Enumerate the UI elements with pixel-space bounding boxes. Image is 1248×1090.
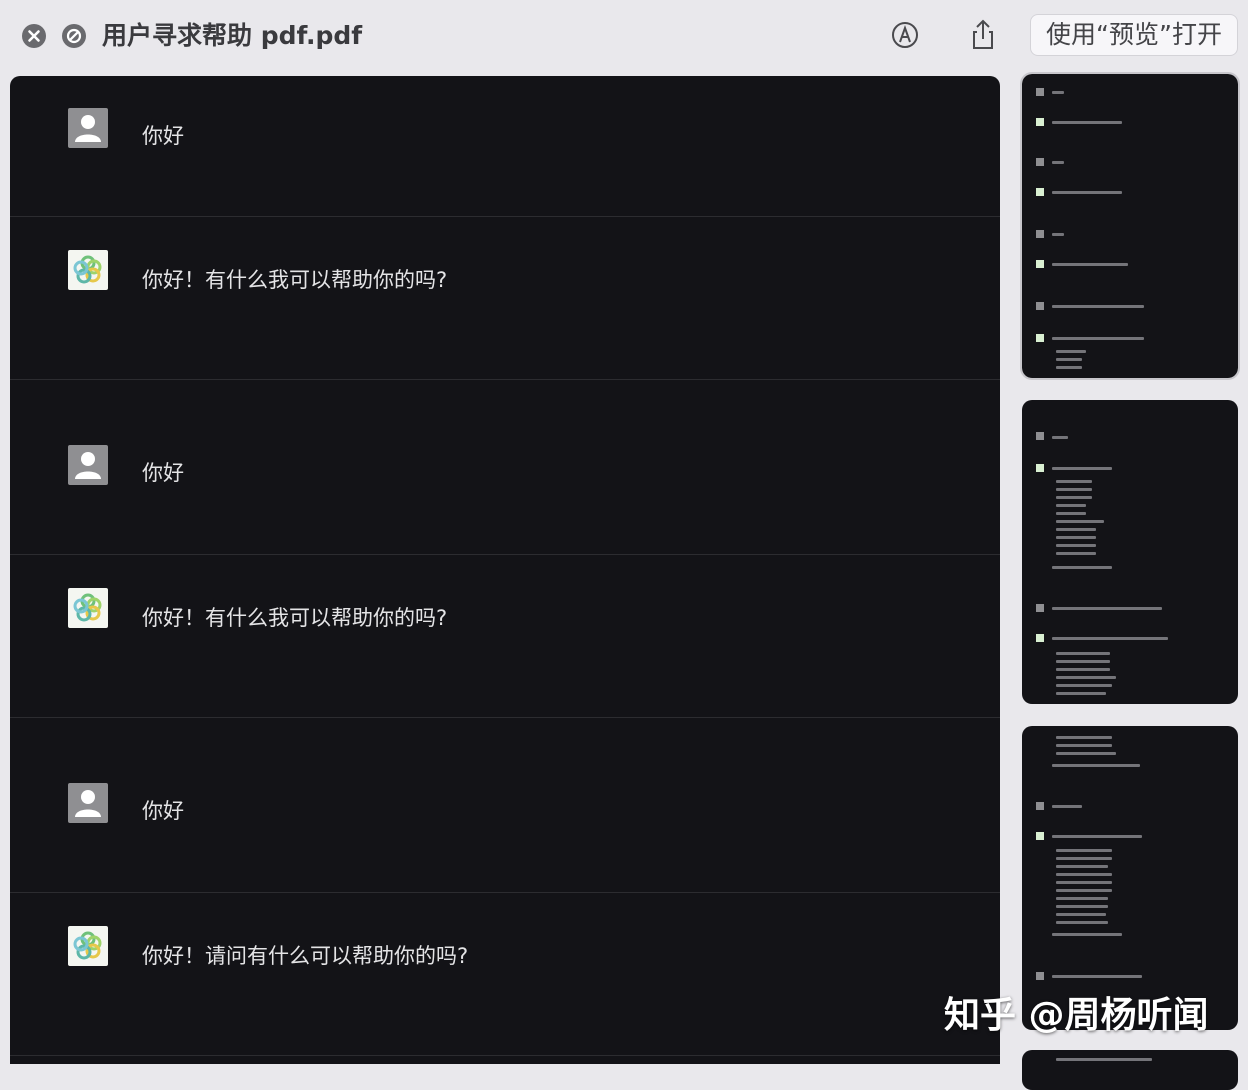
chat-message-assistant: 你好！有什么我可以帮助你的吗? [10,555,1000,717]
chatgpt-logo-icon [68,926,108,966]
page-thumbnail-3[interactable] [1022,726,1238,1030]
close-icon[interactable] [22,24,46,48]
chat-message-user: 你好 [10,718,1000,892]
user-avatar-icon [68,783,108,823]
open-with-preview-button[interactable]: 使用“预览”打开 [1030,14,1238,56]
user-avatar-icon [68,108,108,148]
page-thumbnail-4[interactable] [1022,1050,1238,1090]
page-thumbnail-2[interactable] [1022,400,1238,704]
chat-message-assistant: 你好！有什么我可以帮助你的吗? [10,217,1000,379]
chat-message-assistant: 你好！请问有什么可以帮助你的吗? [10,893,1000,1055]
markup-icon[interactable] [888,18,922,52]
message-text: 你好 [142,799,184,823]
message-text: 你好！有什么我可以帮助你的吗? [142,268,448,292]
message-text: 你好 [142,461,184,485]
user-avatar-icon [68,445,108,485]
message-text: 你好 [142,124,184,148]
thumbnail-content [1030,82,1230,370]
thumbnail-content [1030,408,1230,696]
watermark: 知乎 @周杨听闻 [944,995,1209,1036]
hide-icon[interactable] [62,24,86,48]
chat-message-user: 你好 [10,76,1000,216]
message-divider [10,1055,1000,1056]
thumbnail-content [1030,1058,1230,1082]
document-page[interactable]: 你好 你好！有什么我可以帮助你的吗? 你好 你好！有什么我可以帮助你的吗? 你好… [10,76,1000,1064]
thumbnail-content [1030,734,1230,1022]
title-bar: 用户寻求帮助 pdf.pdf 使用“预览”打开 [0,0,1248,72]
chat-message-user: 你好 [10,380,1000,554]
share-icon[interactable] [966,18,1000,52]
message-text: 你好！请问有什么可以帮助你的吗? [142,944,469,968]
message-text: 你好！有什么我可以帮助你的吗? [142,606,448,630]
chatgpt-logo-icon [68,588,108,628]
window-title: 用户寻求帮助 pdf.pdf [102,21,363,50]
page-thumbnail-1[interactable] [1020,72,1240,380]
chatgpt-logo-icon [68,250,108,290]
